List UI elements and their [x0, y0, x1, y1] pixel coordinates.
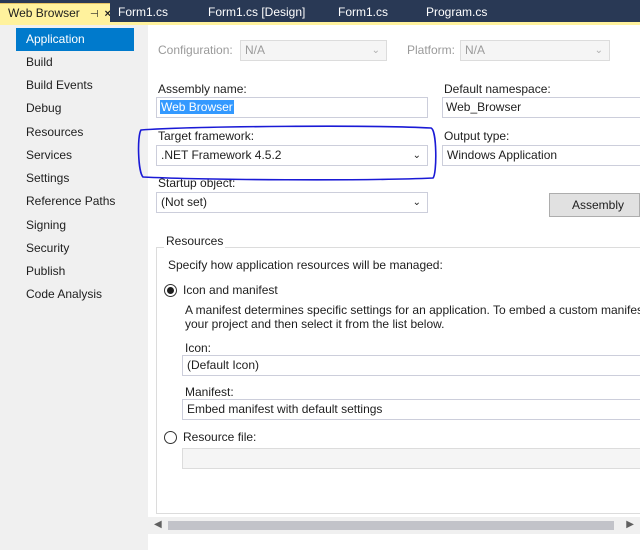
- tab-form1-cs[interactable]: Form1.cs: [110, 3, 200, 22]
- scrollbar-thumb[interactable]: [168, 521, 614, 530]
- tab-label: Form1.cs: [338, 5, 389, 19]
- tab-label: Form1.cs [Design]: [208, 5, 306, 19]
- nav-item-debug[interactable]: Debug: [16, 97, 148, 120]
- resources-description: Specify how application resources will b…: [168, 258, 443, 272]
- output-type-value: Windows Application: [447, 148, 558, 162]
- nav-item-label: Publish: [26, 264, 66, 278]
- resource-file-input[interactable]: [182, 448, 640, 469]
- platform-label: Platform:: [407, 43, 456, 57]
- icon-manifest-description-line1: A manifest determines specific settings …: [185, 303, 640, 317]
- nav-item-label: Security: [26, 241, 70, 255]
- pin-icon[interactable]: ⊣: [90, 5, 99, 22]
- nav-item-label: Build: [26, 55, 53, 69]
- nav-item-label: Build Events: [26, 78, 93, 92]
- icon-manifest-radio[interactable]: [164, 284, 177, 297]
- default-namespace-input[interactable]: Web_Browser: [442, 97, 640, 118]
- tab-program-cs[interactable]: Program.cs: [418, 3, 522, 22]
- configuration-value: N/A: [245, 43, 266, 57]
- manifest-value: Embed manifest with default settings: [187, 402, 383, 416]
- nav-item-label: Resources: [26, 125, 84, 139]
- tab-label: Form1.cs: [118, 5, 169, 19]
- chevron-down-icon: ⌄: [412, 150, 421, 161]
- horizontal-scrollbar[interactable]: ◀ ▶: [148, 517, 640, 534]
- manifest-dropdown[interactable]: Embed manifest with default settings: [182, 399, 640, 420]
- nav-item-publish[interactable]: Publish: [16, 260, 148, 283]
- assembly-name-label: Assembly name:: [158, 82, 247, 96]
- nav-item-build-events[interactable]: Build Events: [16, 74, 148, 97]
- assembly-information-button[interactable]: Assembly: [549, 193, 640, 217]
- nav-item-application[interactable]: Application: [16, 28, 159, 51]
- target-framework-value: .NET Framework 4.5.2: [161, 148, 282, 162]
- tab-form1-design[interactable]: Form1.cs [Design]: [200, 3, 330, 22]
- tab-form1-cs-2[interactable]: Form1.cs: [330, 3, 418, 22]
- output-type-label: Output type:: [444, 129, 510, 143]
- configuration-label: Configuration:: [158, 43, 233, 57]
- nav-item-settings[interactable]: Settings: [16, 167, 148, 190]
- document-tab-strip: Web Browser⊣× Form1.cs Form1.cs [Design]…: [0, 0, 640, 22]
- content-bottom-strip: [148, 534, 640, 550]
- nav-item-security[interactable]: Security: [16, 237, 148, 260]
- nav-item-reference-paths[interactable]: Reference Paths: [16, 190, 148, 213]
- resource-file-label[interactable]: Resource file:: [183, 430, 256, 444]
- scroll-right-icon[interactable]: ▶: [626, 519, 634, 530]
- target-framework-dropdown[interactable]: .NET Framework 4.5.2 ⌄: [156, 145, 428, 166]
- icon-dropdown[interactable]: (Default Icon): [182, 355, 640, 376]
- platform-dropdown[interactable]: N/A ⌄: [460, 40, 610, 61]
- manifest-label: Manifest:: [185, 385, 234, 399]
- startup-object-value: (Not set): [161, 195, 208, 209]
- nav-item-label: Debug: [26, 101, 62, 115]
- project-properties-nav: Application Build Build Events Debug Res…: [0, 25, 159, 550]
- tab-label: Program.cs: [426, 5, 488, 19]
- chevron-down-icon: ⌄: [371, 45, 380, 56]
- assembly-name-value: Web Browser: [160, 100, 234, 114]
- application-properties-page: Configuration: N/A ⌄ Platform: N/A ⌄ Ass…: [148, 25, 640, 550]
- chevron-down-icon: ⌄: [412, 197, 421, 208]
- tab-label: Web Browser: [8, 6, 80, 20]
- nav-item-signing[interactable]: Signing: [16, 214, 148, 237]
- chevron-down-icon: ⌄: [594, 45, 603, 56]
- tab-web-browser[interactable]: Web Browser⊣×: [0, 3, 110, 22]
- icon-value: (Default Icon): [187, 358, 260, 372]
- nav-item-resources[interactable]: Resources: [16, 121, 148, 144]
- nav-item-label: Settings: [26, 171, 70, 185]
- platform-value: N/A: [465, 43, 486, 57]
- nav-item-label: Code Analysis: [26, 287, 103, 301]
- configuration-dropdown[interactable]: N/A ⌄: [240, 40, 387, 61]
- nav-item-code-analysis[interactable]: Code Analysis: [16, 283, 148, 306]
- target-framework-label: Target framework:: [158, 129, 255, 143]
- nav-item-build[interactable]: Build: [16, 51, 148, 74]
- output-type-dropdown[interactable]: Windows Application: [442, 145, 640, 166]
- nav-item-services[interactable]: Services: [16, 144, 148, 167]
- default-namespace-value: Web_Browser: [446, 100, 522, 114]
- icon-manifest-label[interactable]: Icon and manifest: [183, 283, 278, 297]
- assembly-button-label: Assembly: [572, 198, 625, 212]
- nav-item-label: Application: [26, 32, 85, 46]
- nav-item-label: Services: [26, 148, 73, 162]
- icon-label: Icon:: [185, 341, 212, 355]
- nav-item-label: Reference Paths: [26, 194, 116, 208]
- resource-file-radio[interactable]: [164, 431, 177, 444]
- resources-group-title: Resources: [164, 234, 226, 248]
- icon-manifest-description-line2: your project and then select it from the…: [185, 317, 445, 331]
- scroll-left-icon[interactable]: ◀: [154, 519, 162, 530]
- assembly-name-input[interactable]: Web Browser: [156, 97, 428, 118]
- nav-item-label: Signing: [26, 218, 67, 232]
- startup-object-label: Startup object:: [158, 176, 236, 190]
- default-namespace-label: Default namespace:: [444, 82, 551, 96]
- startup-object-dropdown[interactable]: (Not set) ⌄: [156, 192, 428, 213]
